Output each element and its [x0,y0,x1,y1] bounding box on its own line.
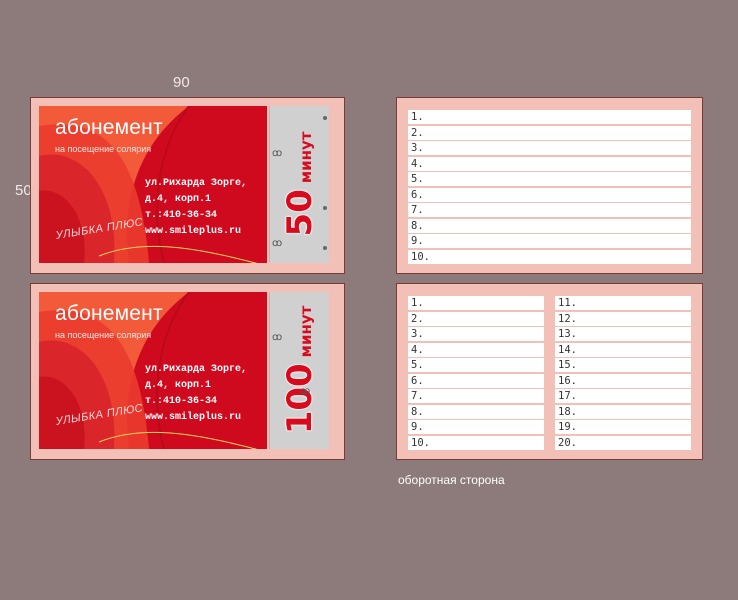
visit-line: 5. [408,358,544,372]
visit-line: 10. [408,435,544,450]
minutes-unit: минут [297,305,315,358]
card-red-panel: абонемент на посещение солярия ул.Рихард… [39,106,267,263]
visit-line: 5. [408,172,691,186]
visit-line: 14. [555,342,691,357]
swirl-ornament-icon: ꝏ [272,238,283,249]
address-block: ул.Рихарда Зорге, д.4, корп.1 т.:410-36-… [145,176,247,240]
visit-line: 16. [555,373,691,388]
swirl-ornament-icon: ꝏ [272,332,283,343]
minutes-stub: 100 минут ꝏ ꝏ [269,292,329,449]
visit-line: 4. [408,156,691,171]
minutes-label: 50 минут [280,131,321,237]
visit-line: 1. [408,296,544,310]
visit-line: 8. [408,404,544,419]
back-lines-area: 1. 2. 3. 4. 5. 6. 7. 8. 9. 10. 11. 12. 13. 14. 15. 16. 1… [405,292,694,451]
address-block: ул.Рихарда Зорге, д.4, корп.1 т.:410-36-… [145,362,247,426]
minutes-unit: минут [297,131,315,184]
visit-line: 7. [408,389,544,403]
visit-line: 18. [555,404,691,419]
visit-line: 19. [555,420,691,434]
notch-dot-icon [323,116,327,120]
visit-line: 3. [408,141,691,155]
back-card-20: 1. 2. 3. 4. 5. 6. 7. 8. 9. 10. 11. 12. 13. 14. 15. 16. 1… [396,283,703,460]
swirl-ornament-icon: ꝏ [272,148,283,159]
visit-line: 9. [408,234,691,248]
back-card-10: 1. 2. 3. 4. 5. 6. 7. 8. 9. 10. [396,97,703,274]
card-red-panel: абонемент на посещение солярия ул.Рихард… [39,292,267,449]
visit-line: 2. [408,311,544,326]
minutes-value: 50 [280,189,321,237]
phone-number: т.:410-36-34 [145,210,218,221]
minutes-value: 100 [280,363,321,435]
back-side-caption: оборотная сторона [398,473,505,487]
width-dimension-label: 90 [173,74,190,91]
front-card-100: абонемент на посещение солярия ул.Рихард… [30,283,345,460]
visit-line: 1. [408,110,691,124]
card-title: абонемент [55,302,163,325]
visit-line: 10. [408,249,691,264]
address-street: ул.Рихарда Зорге, [145,178,248,189]
address-building: д.4, корп.1 [145,380,212,391]
visit-line: 12. [555,311,691,326]
website: www.smileplus.ru [145,412,242,423]
card-title: абонемент [55,116,163,139]
visit-line: 8. [408,218,691,233]
website: www.smileplus.ru [145,226,242,237]
notch-dot-icon [323,206,327,210]
back-lines-area: 1. 2. 3. 4. 5. 6. 7. 8. 9. 10. [405,106,694,265]
minutes-stub: 50 минут ꝏ ꝏ [269,106,329,263]
visit-line: 15. [555,358,691,372]
visit-line: 6. [408,187,691,202]
swirl-ornament-icon: ꝏ [300,386,311,397]
visit-line: 2. [408,125,691,140]
minutes-label: 100 минут [280,305,321,435]
visit-line: 11. [555,296,691,310]
visit-line: 6. [408,373,544,388]
address-building: д.4, корп.1 [145,194,212,205]
notch-dot-icon [323,246,327,250]
visit-line: 7. [408,203,691,217]
visit-line: 3. [408,327,544,341]
visit-line: 4. [408,342,544,357]
card-subtitle: на посещение солярия [55,330,152,340]
visit-line: 20. [555,435,691,450]
phone-number: т.:410-36-34 [145,396,218,407]
front-card-50: абонемент на посещение солярия ул.Рихард… [30,97,345,274]
visit-line: 9. [408,420,544,434]
card-subtitle: на посещение солярия [55,144,152,154]
visit-line: 17. [555,389,691,403]
address-street: ул.Рихарда Зорге, [145,364,248,375]
visit-line: 13. [555,327,691,341]
